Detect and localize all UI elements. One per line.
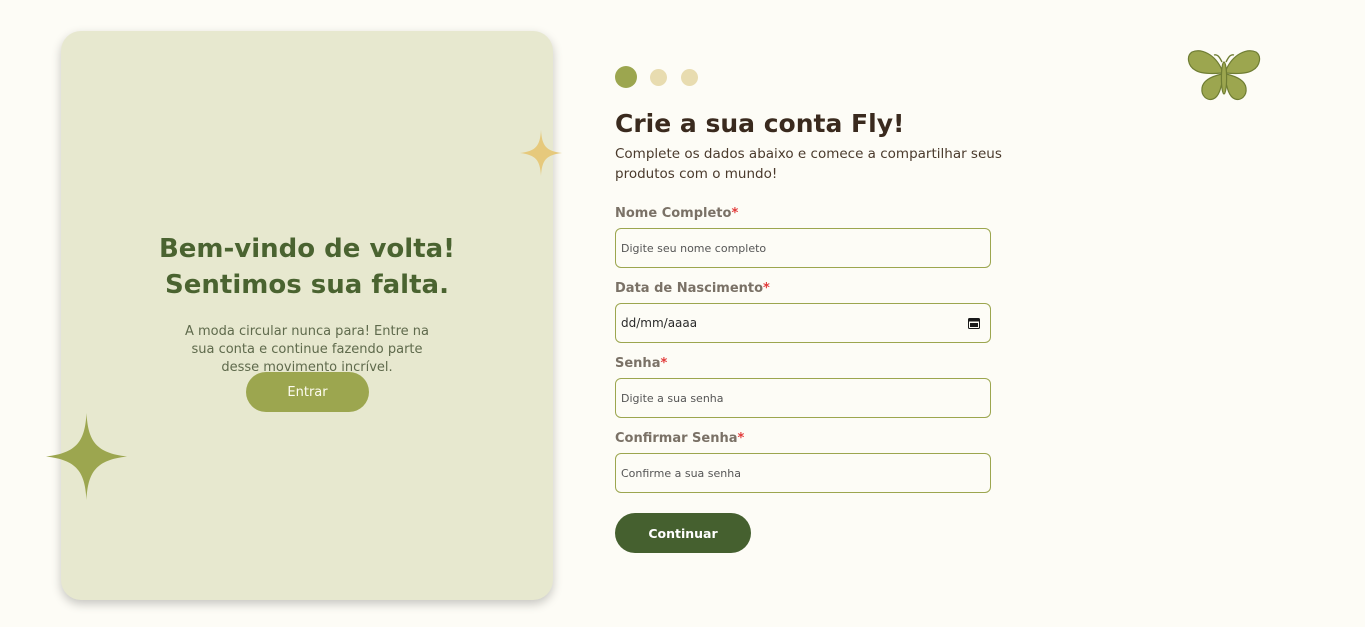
continue-button[interactable]: Continuar [615, 513, 751, 553]
required-mark: * [731, 206, 739, 221]
welcome-title-line2: Sentimos sua falta. [165, 270, 449, 300]
welcome-title-line1: Bem-vindo de volta! [158, 234, 456, 264]
signup-page: Bem-vindo de volta! Sentimos sua falta. … [0, 0, 1365, 627]
step-dot [650, 68, 667, 86]
confirm-password-placeholder: Confirme a sua senha [621, 466, 741, 480]
birth-date-label: Data de Nascimento* [615, 281, 770, 296]
required-mark: * [660, 356, 668, 371]
password-placeholder: Digite a sua senha [621, 391, 724, 405]
sparkle-icon [46, 413, 127, 500]
form-subtitle: Complete os dados abaixo e comece a comp… [615, 146, 1002, 182]
step-dot [681, 68, 698, 86]
birth-date-value: dd/mm/aaaa [621, 316, 698, 330]
full-name-label: Nome Completo* [615, 206, 738, 221]
confirm-password-input[interactable]: Confirme a sua senha [615, 453, 991, 493]
full-name-label-text: Nome Completo [615, 206, 732, 221]
full-name-placeholder: Digite seu nome completo [621, 241, 767, 255]
birth-date-input[interactable]: dd/mm/aaaa [615, 303, 991, 343]
step-indicator [615, 66, 712, 88]
required-mark: * [763, 281, 770, 296]
form-title: Crie a sua conta Fly! [615, 109, 905, 138]
password-label: Senha* [615, 356, 667, 371]
required-mark: * [737, 431, 745, 446]
password-label-text: Senha [615, 356, 661, 371]
calendar-icon[interactable] [968, 317, 980, 329]
birth-date-label-text: Data de Nascimento [615, 281, 764, 296]
welcome-title: Bem-vindo de volta! Sentimos sua falta. [61, 231, 553, 303]
confirm-password-label: Confirmar Senha* [615, 431, 744, 446]
password-input[interactable]: Digite a sua senha [615, 378, 991, 418]
sparkle-icon [520, 130, 562, 176]
step-dot-active [615, 66, 637, 88]
enter-button[interactable]: Entrar [246, 372, 369, 412]
welcome-text: A moda circular nunca para! Entre na sua… [184, 324, 430, 375]
confirm-password-label-text: Confirmar Senha [615, 431, 738, 446]
full-name-input[interactable]: Digite seu nome completo [615, 228, 991, 268]
butterfly-icon [1187, 50, 1261, 101]
welcome-panel: Bem-vindo de volta! Sentimos sua falta. … [61, 31, 553, 600]
